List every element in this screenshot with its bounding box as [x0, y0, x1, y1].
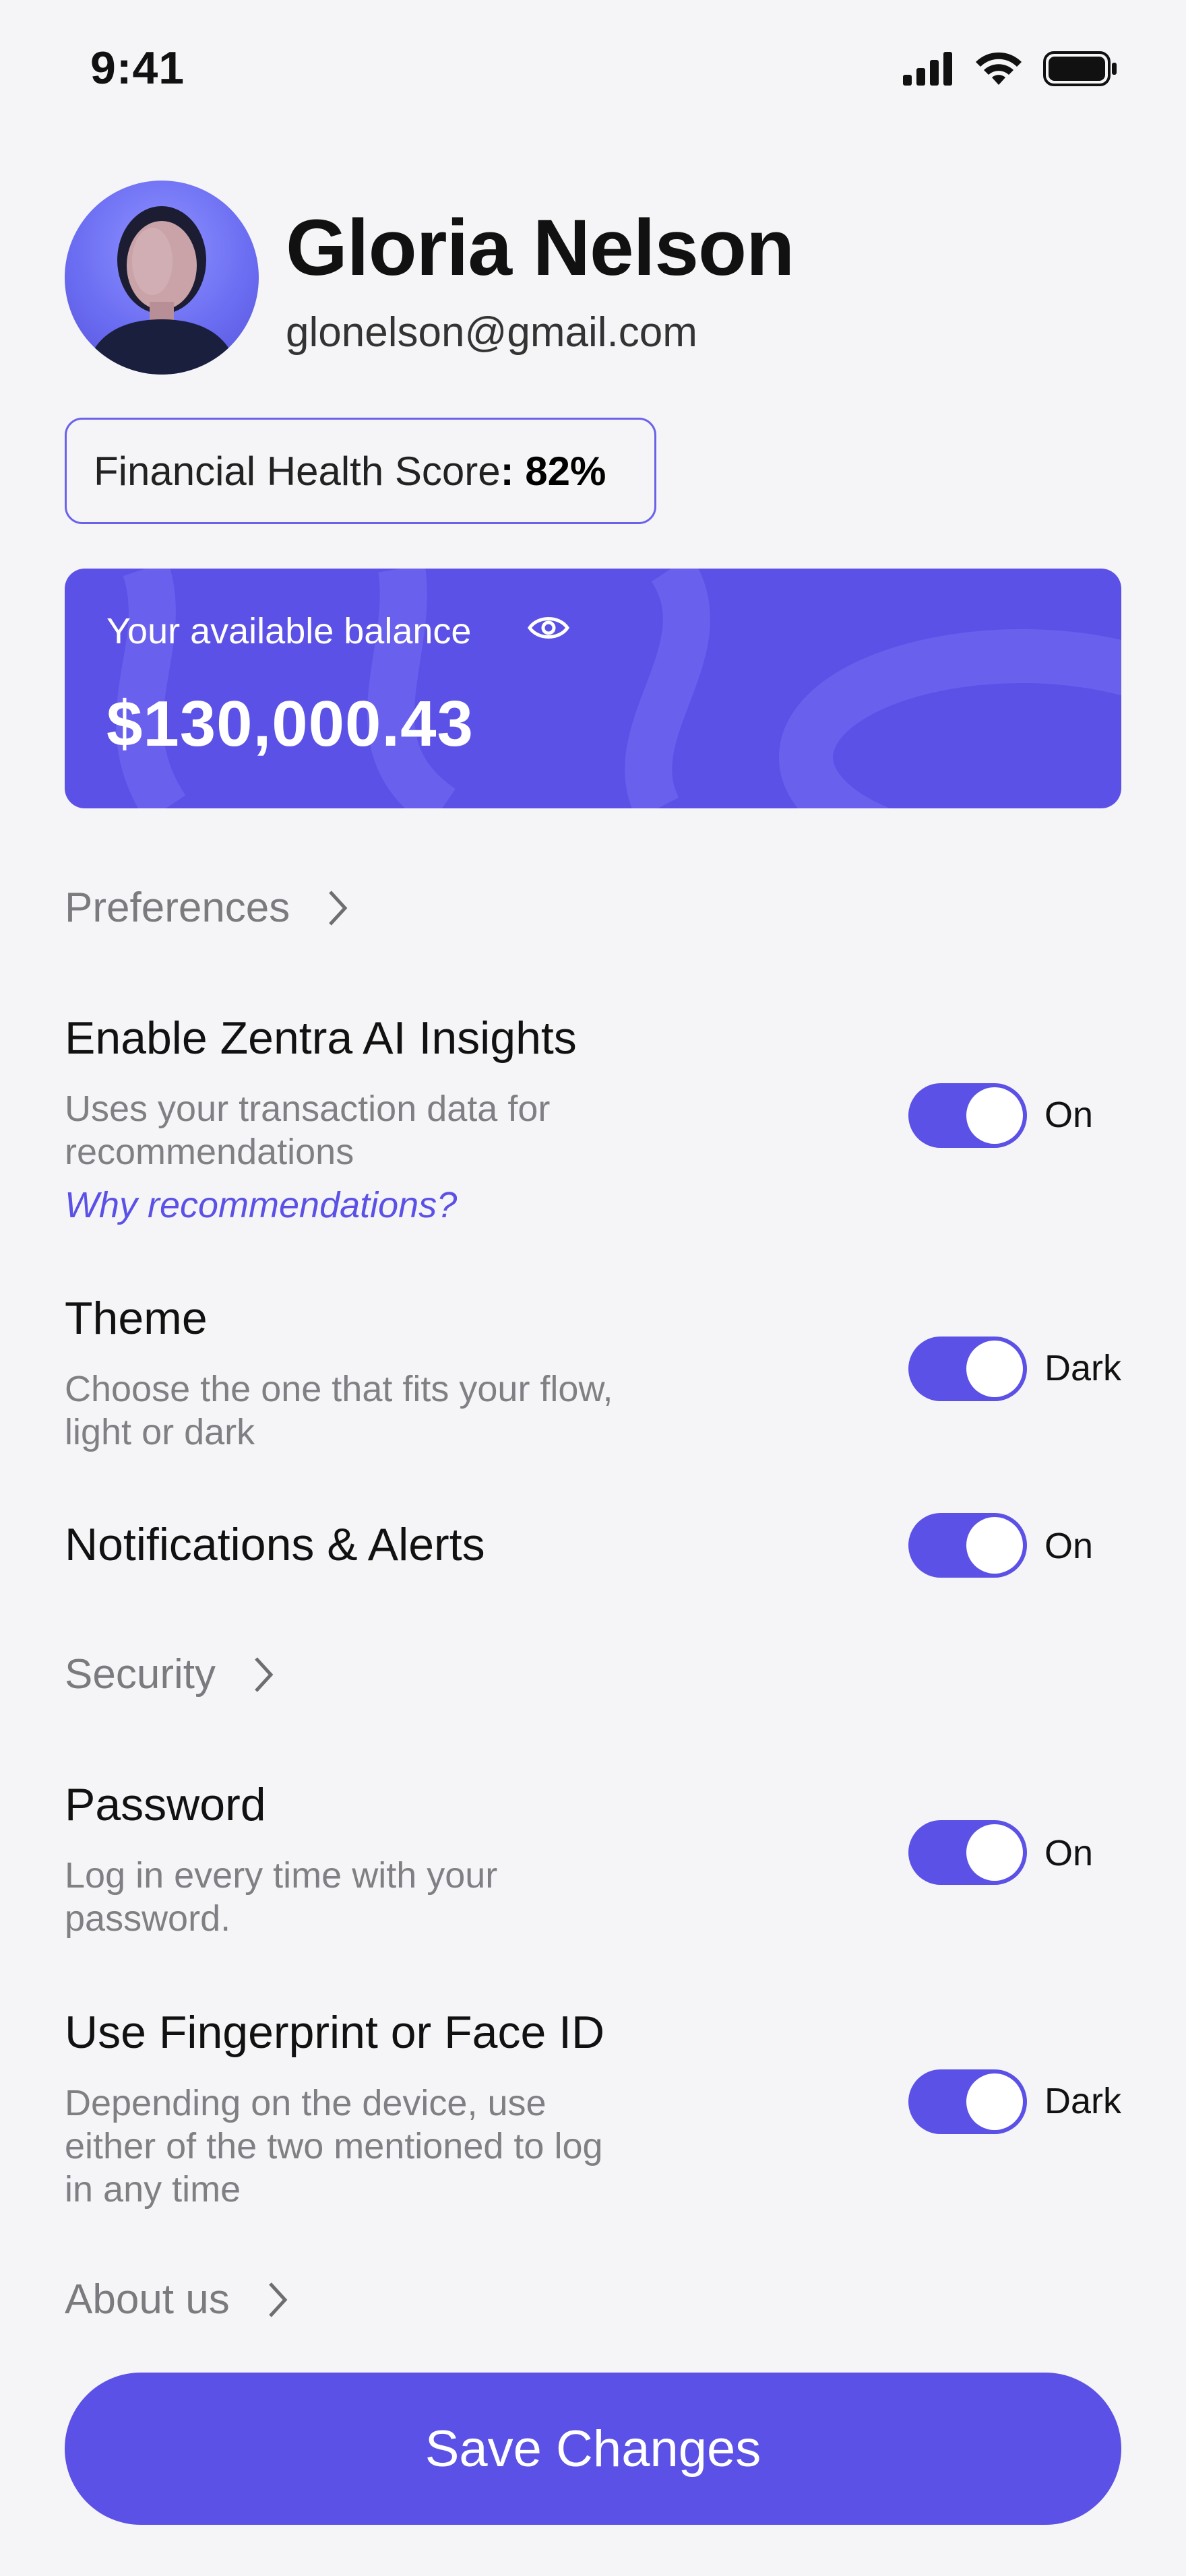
why-recommendations-link[interactable]: Why recommendations?	[65, 1184, 457, 1226]
balance-label: Your available balance	[106, 611, 472, 651]
toggle-knob	[966, 1824, 1023, 1881]
password-desc: Log in every time with your password.	[65, 1855, 498, 1939]
balance-amount: $130,000.43	[106, 688, 474, 760]
section-security[interactable]: Security	[65, 1650, 274, 1698]
toggle-knob	[966, 2073, 1023, 2130]
theme-title: Theme	[65, 1293, 208, 1344]
battery-icon	[1043, 51, 1117, 86]
theme-toggle[interactable]	[908, 1337, 1027, 1401]
status-icons	[903, 50, 1119, 88]
balance-card: Your available balance $130,000.43	[65, 569, 1121, 808]
toggle-knob	[966, 1087, 1023, 1144]
section-preferences-label: Preferences	[65, 884, 290, 931]
notifications-title: Notifications & Alerts	[65, 1519, 485, 1570]
password-toggle[interactable]	[908, 1820, 1027, 1885]
ai-insights-state: On	[1044, 1095, 1094, 1135]
status-time: 9:41	[90, 42, 185, 94]
chevron-right-icon	[329, 890, 348, 926]
avatar-portrait-icon	[85, 206, 239, 375]
save-changes-button[interactable]: Save Changes	[65, 2373, 1121, 2525]
notifications-toggle[interactable]	[908, 1513, 1027, 1578]
section-security-label: Security	[65, 1651, 216, 1698]
theme-desc: Choose the one that fits your flow, ligh…	[65, 1369, 613, 1452]
theme-state: Dark	[1044, 1348, 1122, 1388]
chevron-right-icon	[268, 2282, 288, 2317]
biometric-title: Use Fingerprint or Face ID	[65, 2007, 605, 2058]
chevron-right-icon	[255, 1656, 274, 1692]
avatar[interactable]	[65, 181, 259, 375]
password-state: On	[1044, 1833, 1094, 1873]
toggle-knob	[966, 1341, 1023, 1397]
ai-insights-desc: Uses your transaction data for recommend…	[65, 1089, 551, 1172]
eye-icon[interactable]	[527, 613, 570, 643]
wifi-icon	[976, 52, 1022, 85]
biometric-state: Dark	[1044, 2081, 1122, 2121]
score-label: Financial Health Score	[94, 448, 501, 494]
score-value: : 82%	[500, 448, 606, 494]
section-about-label: About us	[65, 2276, 230, 2323]
profile-name: Gloria Nelson	[286, 203, 794, 292]
biometric-desc: Depending on the device, use either of t…	[65, 2083, 603, 2210]
ai-insights-title: Enable Zentra AI Insights	[65, 1012, 577, 1064]
ai-insights-toggle[interactable]	[908, 1083, 1027, 1148]
section-preferences[interactable]: Preferences	[65, 884, 348, 932]
biometric-toggle[interactable]	[908, 2069, 1027, 2134]
financial-health-score-badge: Financial Health Score: 82%	[65, 418, 656, 524]
profile-email: glonelson@gmail.com	[286, 309, 697, 356]
toggle-knob	[966, 1517, 1023, 1574]
password-title: Password	[65, 1779, 266, 1830]
section-about-us[interactable]: About us	[65, 2276, 288, 2323]
notifications-state: On	[1044, 1526, 1094, 1566]
cellular-signal-icon	[903, 52, 952, 86]
